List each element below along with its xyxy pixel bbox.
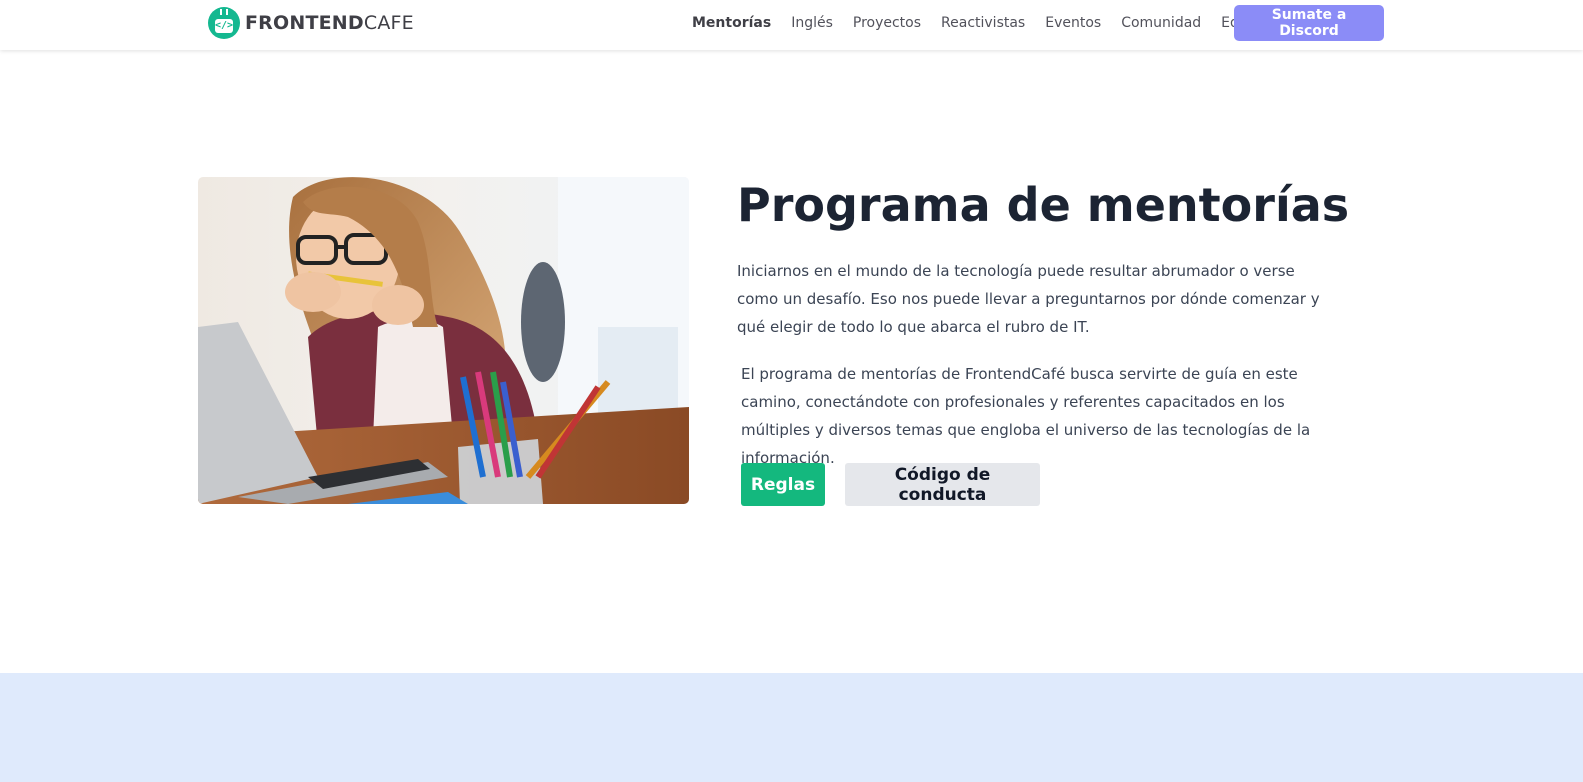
nav-item-ingles[interactable]: Inglés xyxy=(791,15,833,31)
nav-item-comunidad[interactable]: Comunidad xyxy=(1121,15,1201,31)
nav-item-mentorias[interactable]: Mentorías xyxy=(692,15,771,31)
nav-item-proyectos[interactable]: Proyectos xyxy=(853,15,921,31)
brand-logo-link[interactable]: </> FRONTENDCAFE xyxy=(208,6,414,40)
nav-item-eventos[interactable]: Eventos xyxy=(1045,15,1101,31)
code-of-conduct-button[interactable]: Código de conducta xyxy=(845,463,1040,506)
top-navbar: </> FRONTENDCAFE Mentorías Inglés Proyec… xyxy=(0,0,1583,50)
brand-name-light: CAFE xyxy=(363,12,414,34)
brand-name: FRONTENDCAFE xyxy=(245,12,414,34)
nav-item-reactivistas[interactable]: Reactivistas xyxy=(941,15,1025,31)
brand-name-bold: FRONTEND xyxy=(245,12,364,34)
program-description-paragraph: El programa de mentorías de FrontendCafé… xyxy=(741,365,1311,467)
page-title: Programa de mentorías xyxy=(737,178,1350,232)
hero-photo xyxy=(198,177,689,504)
rules-button[interactable]: Reglas xyxy=(741,463,825,506)
intro-paragraph: Iniciarnos en el mundo de la tecnología … xyxy=(737,262,1320,336)
coffee-cup-icon: </> xyxy=(208,7,240,39)
main-nav: Mentorías Inglés Proyectos Reactivistas … xyxy=(692,0,1289,46)
next-section-band xyxy=(0,673,1583,782)
join-discord-button[interactable]: Sumate a Discord xyxy=(1234,5,1384,41)
